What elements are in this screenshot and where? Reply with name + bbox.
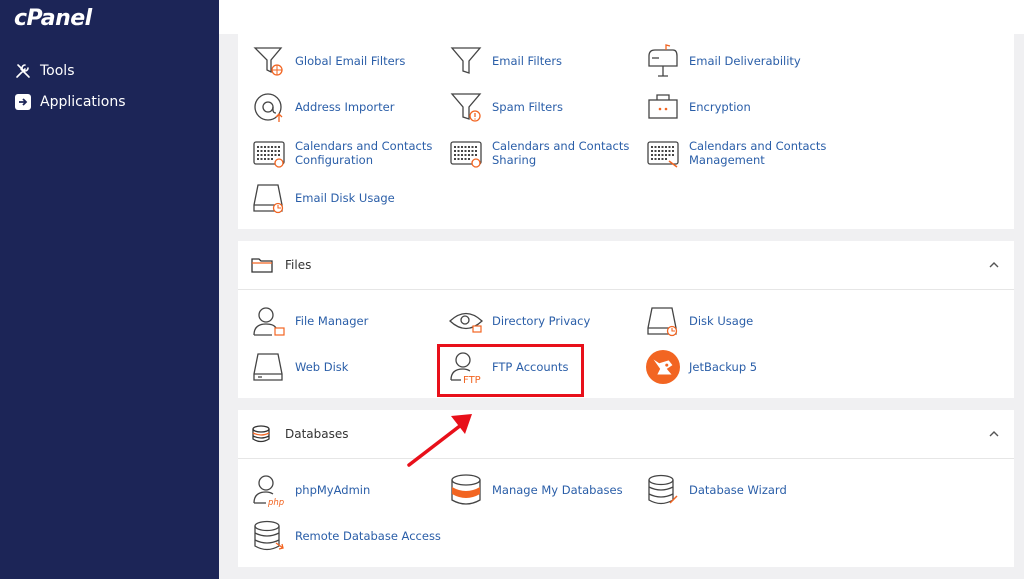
disk-usage-icon — [252, 181, 286, 215]
folder-icon — [251, 254, 273, 276]
web-disk-link[interactable]: Web Disk — [252, 350, 348, 384]
databases-panel-header[interactable]: Databases — [238, 410, 1014, 459]
cpanel-logo[interactable]: cPanel — [14, 6, 92, 31]
annotation-arrow-icon — [407, 414, 472, 467]
address-importer-link[interactable]: Address Importer — [252, 90, 394, 124]
sidebar-item-label: Tools — [40, 63, 75, 79]
calendar-share-icon — [449, 136, 483, 170]
database-icon — [251, 423, 273, 445]
email-disk-usage-link[interactable]: Email Disk Usage — [252, 181, 395, 215]
files-title: Files — [285, 258, 312, 272]
sidebar: cPanel Tools Applications — [0, 0, 219, 579]
file-manager-icon — [252, 304, 286, 338]
calendars-contacts-sharing-link[interactable]: Calendars and Contacts Sharing — [449, 136, 629, 170]
calendar-config-icon — [252, 136, 286, 170]
global-filter-icon — [252, 44, 286, 78]
directory-privacy-link[interactable]: Directory Privacy — [449, 304, 590, 338]
highlight-box — [437, 344, 584, 397]
top-bar — [219, 0, 1024, 34]
calendars-contacts-management-link[interactable]: Calendars and Contacts Management — [646, 136, 826, 170]
manage-my-databases-link[interactable]: Manage My Databases — [449, 473, 623, 507]
sidebar-item-tools[interactable]: Tools — [14, 62, 75, 80]
chevron-up-icon[interactable] — [988, 428, 1000, 440]
directory-privacy-icon — [449, 304, 483, 338]
chevron-up-icon[interactable] — [988, 259, 1000, 271]
remote-database-icon — [252, 519, 286, 553]
phpmyadmin-link[interactable]: php phpMyAdmin — [252, 473, 370, 507]
sidebar-item-applications[interactable]: Applications — [14, 93, 126, 111]
database-wizard-link[interactable]: Database Wizard — [646, 473, 787, 507]
sidebar-item-label: Applications — [40, 94, 126, 110]
jetbackup-icon — [646, 350, 680, 384]
disk-usage-link[interactable]: Disk Usage — [646, 304, 753, 338]
files-panel-header[interactable]: Files — [238, 241, 1014, 290]
manage-databases-icon — [449, 473, 483, 507]
databases-title: Databases — [285, 427, 349, 441]
email-filters-link[interactable]: Email Filters — [449, 44, 562, 78]
encryption-link[interactable]: Encryption — [646, 90, 751, 124]
database-wizard-icon — [646, 473, 680, 507]
email-deliverability-link[interactable]: Email Deliverability — [646, 44, 801, 78]
email-panel: Global Email Filters Email Filters Email… — [238, 34, 1014, 229]
encryption-icon — [646, 90, 680, 124]
at-upload-icon — [252, 90, 286, 124]
databases-panel: Databases php phpMyAdmin Manage My Datab… — [238, 410, 1014, 567]
calendar-manage-icon — [646, 136, 680, 170]
applications-icon — [14, 93, 32, 111]
filter-icon — [449, 44, 483, 78]
spam-filters-link[interactable]: Spam Filters — [449, 90, 563, 124]
svg-text:php: php — [267, 498, 284, 507]
file-manager-link[interactable]: File Manager — [252, 304, 368, 338]
tools-icon — [14, 62, 32, 80]
jetbackup-link[interactable]: JetBackup 5 — [646, 350, 757, 384]
global-email-filters-link[interactable]: Global Email Filters — [252, 44, 405, 78]
mailbox-icon — [646, 44, 680, 78]
spam-filter-icon — [449, 90, 483, 124]
remote-database-access-link[interactable]: Remote Database Access — [252, 519, 441, 553]
files-panel: Files File Manager Directory Privacy Dis… — [238, 241, 1014, 398]
disk-usage-icon — [646, 304, 680, 338]
web-disk-icon — [252, 350, 286, 384]
phpmyadmin-icon: php — [252, 473, 286, 507]
calendars-contacts-configuration-link[interactable]: Calendars and Contacts Configuration — [252, 136, 432, 170]
